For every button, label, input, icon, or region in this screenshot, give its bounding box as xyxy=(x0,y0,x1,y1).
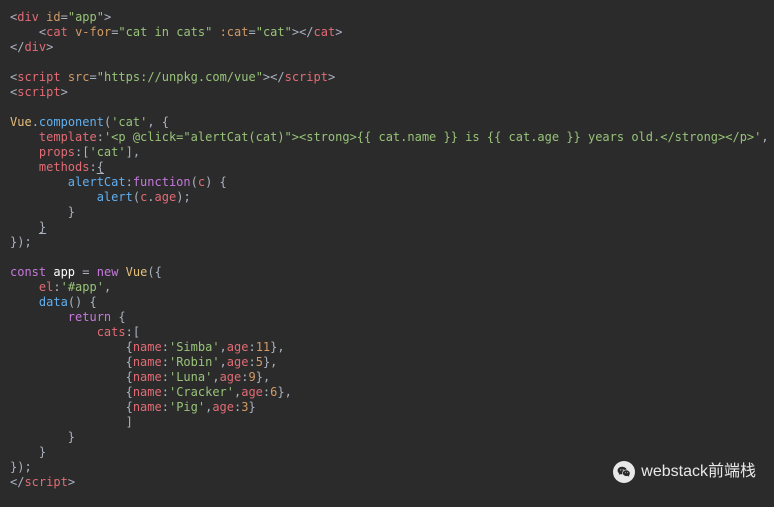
code-line: ] xyxy=(10,415,764,430)
code-line: return { xyxy=(10,310,764,325)
code-line: <div id="app"> xyxy=(10,10,764,25)
code-line: cats:[ xyxy=(10,325,764,340)
code-line: data() { xyxy=(10,295,764,310)
code-line: } xyxy=(10,205,764,220)
code-line: }); xyxy=(10,235,764,250)
code-line xyxy=(10,55,764,70)
code-line: el:'#app', xyxy=(10,280,764,295)
code-line: alert(c.age); xyxy=(10,190,764,205)
code-line: {name:'Simba',age:11}, xyxy=(10,340,764,355)
code-line: Vue.component('cat', { xyxy=(10,115,764,130)
code-line: template:'<p @click="alertCat(cat)"><str… xyxy=(10,130,764,145)
code-line: <script> xyxy=(10,85,764,100)
code-line: {name:'Cracker',age:6}, xyxy=(10,385,764,400)
watermark: webstack前端栈 xyxy=(613,461,756,483)
watermark-text: webstack前端栈 xyxy=(641,462,756,482)
code-line: } xyxy=(10,430,764,445)
code-line: } xyxy=(10,445,764,460)
wechat-icon xyxy=(613,461,635,483)
code-line: alertCat:function(c) { xyxy=(10,175,764,190)
code-line: methods:{ xyxy=(10,160,764,175)
code-line: </div> xyxy=(10,40,764,55)
code-line: <cat v-for="cat in cats" :cat="cat"></ca… xyxy=(10,25,764,40)
code-line: } xyxy=(10,220,764,235)
code-line: {name:'Robin',age:5}, xyxy=(10,355,764,370)
code-line: const app = new Vue({ xyxy=(10,265,764,280)
code-block: <div id="app"> <cat v-for="cat in cats" … xyxy=(10,10,764,490)
code-line: {name:'Pig',age:3} xyxy=(10,400,764,415)
code-line: props:['cat'], xyxy=(10,145,764,160)
code-line: <script src="https://unpkg.com/vue"></sc… xyxy=(10,70,764,85)
code-line xyxy=(10,250,764,265)
code-line: {name:'Luna',age:9}, xyxy=(10,370,764,385)
code-line xyxy=(10,100,764,115)
